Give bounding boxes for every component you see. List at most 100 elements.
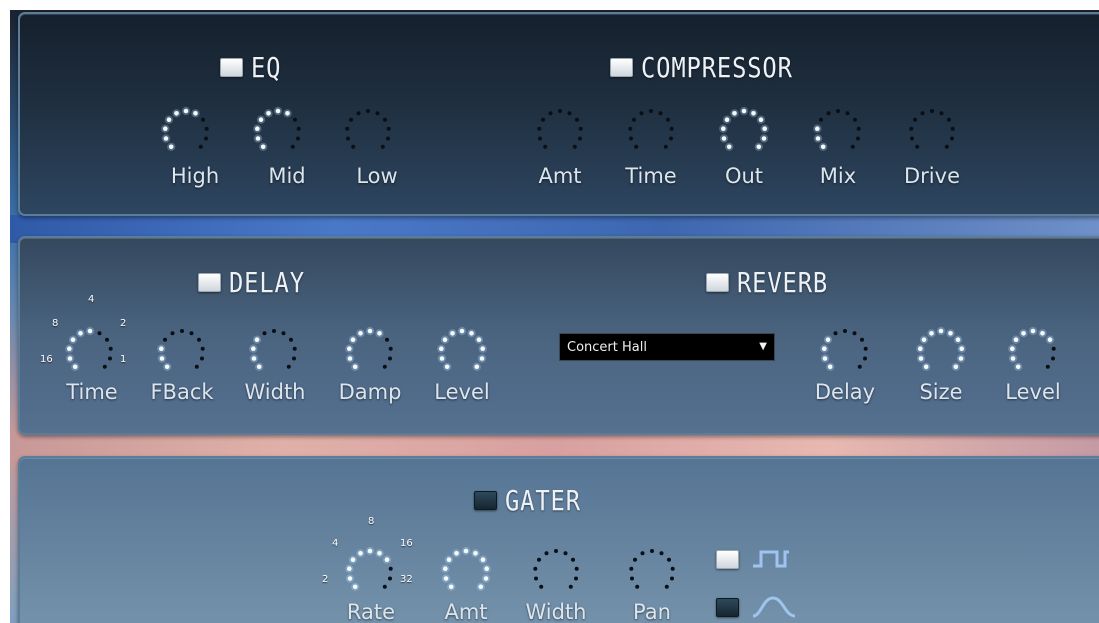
knob-led-lit <box>347 346 352 351</box>
knob-led-lit <box>87 328 93 334</box>
knob-led-unlit <box>915 144 920 149</box>
knob-led-unlit <box>170 331 175 336</box>
knob-led-lit <box>959 346 964 351</box>
knob-led-unlit <box>386 136 390 141</box>
reverb-enable-checkbox[interactable] <box>706 272 729 292</box>
compressor-time-knob[interactable] <box>623 102 679 158</box>
knob-led-lit <box>193 111 198 116</box>
gater-width-knob[interactable] <box>528 542 584 598</box>
knob-led-unlit <box>650 549 654 553</box>
compressor-out-knob[interactable] <box>716 102 772 158</box>
gater-amt-knob[interactable] <box>438 542 494 598</box>
knob-led-unlit <box>950 126 955 131</box>
reverb-size-knob[interactable] <box>913 322 969 378</box>
knob-led-unlit <box>574 576 578 581</box>
knob-led-unlit <box>640 551 645 556</box>
knob-led-lit <box>721 136 727 141</box>
knob-led-unlit <box>388 576 392 581</box>
knob-led-unlit <box>639 111 644 116</box>
knob-led-lit <box>347 356 353 361</box>
knob-led-lit <box>476 337 482 342</box>
eq-enable-checkbox[interactable] <box>220 57 243 77</box>
knob-led-lit <box>756 144 762 150</box>
knob-led-unlit <box>833 331 838 336</box>
reverb-preset-dropdown[interactable]: Concert Hall ▼ <box>559 333 775 361</box>
knob-led-lit <box>256 364 262 370</box>
compressor-enable-checkbox[interactable] <box>610 57 633 77</box>
knob-led-lit <box>473 551 478 556</box>
knob-led-lit <box>1010 346 1015 351</box>
knob-led-unlit <box>857 364 862 369</box>
knob-led-unlit <box>286 364 291 369</box>
knob-led-lit <box>255 126 260 131</box>
delay-damp-knob[interactable] <box>342 322 398 378</box>
compressor-mix-knob[interactable] <box>810 102 866 158</box>
knob-led-unlit <box>201 117 205 122</box>
knob-led-lit <box>955 337 961 342</box>
knob-led-lit <box>478 584 484 590</box>
knob-led-unlit <box>950 136 954 141</box>
gater-rate-tick: 16 <box>400 538 413 549</box>
eq-low-label: Low <box>356 164 398 188</box>
eq-high-knob[interactable] <box>158 102 214 158</box>
delay-fback-knob[interactable] <box>154 322 210 378</box>
knob-led-lit <box>827 364 833 370</box>
knob-led-lit <box>174 111 179 116</box>
compressor-amt-knob[interactable] <box>532 102 588 158</box>
knob-led-unlit <box>533 566 538 571</box>
knob-led-lit <box>1021 331 1026 336</box>
delay-time-knob[interactable] <box>62 322 118 378</box>
knob-led-unlit <box>345 126 350 131</box>
delay-width-knob[interactable] <box>246 322 302 378</box>
knob-led-unlit <box>628 126 633 131</box>
delay-header: DELAY <box>198 265 318 299</box>
gater-rate-knob[interactable] <box>342 542 398 598</box>
delay-time-tick: 2 <box>120 318 127 329</box>
knob-led-unlit <box>366 109 370 113</box>
knob-led-lit <box>78 331 83 336</box>
knob-led-unlit <box>534 576 538 581</box>
delay-level-knob[interactable] <box>434 322 490 378</box>
knob-led-unlit <box>567 111 572 116</box>
gater-rate-tick: 32 <box>400 574 413 585</box>
gater-enable-checkbox[interactable] <box>474 490 497 510</box>
knob-led-unlit <box>388 566 393 571</box>
knob-led-unlit <box>1051 356 1055 361</box>
knob-led-lit <box>377 551 382 556</box>
gater-rate-tick: 2 <box>322 574 329 585</box>
knob-led-lit <box>443 566 448 571</box>
knob-led-unlit <box>198 144 203 149</box>
knob-led-lit <box>822 356 828 361</box>
knob-led-unlit <box>843 329 847 333</box>
delay-time-tick: 8 <box>52 318 59 329</box>
knob-led-lit <box>163 126 168 131</box>
knob-led-unlit <box>541 117 545 122</box>
eq-mid-knob[interactable] <box>250 102 306 158</box>
knob-led-lit <box>352 364 358 370</box>
delay-enable-checkbox[interactable] <box>198 272 221 292</box>
knob-led-unlit <box>930 109 934 113</box>
eq-low-knob[interactable] <box>340 102 396 158</box>
gater-pan-knob[interactable] <box>624 542 680 598</box>
knob-led-unlit <box>670 566 675 571</box>
knob-led-unlit <box>290 144 295 149</box>
effects-rack: EQ COMPRESSOR High Mid Low Amt Time Out … <box>10 10 1099 623</box>
knob-led-lit <box>726 144 732 150</box>
knob-led-unlit <box>281 331 286 336</box>
gater-rate-tick: 4 <box>332 538 339 549</box>
sine-wave-checkbox[interactable] <box>716 598 739 617</box>
knob-led-lit <box>929 331 934 336</box>
knob-led-lit <box>255 136 261 141</box>
knob-led-lit <box>163 136 169 141</box>
reverb-delay-knob[interactable] <box>817 322 873 378</box>
sine-wave-icon <box>752 596 796 618</box>
knob-led-lit <box>251 346 256 351</box>
compressor-drive-knob[interactable] <box>904 102 960 158</box>
knob-led-lit <box>1013 337 1019 342</box>
knob-led-unlit <box>563 551 568 556</box>
reverb-level-knob[interactable] <box>1005 322 1061 378</box>
knob-led-lit <box>958 356 964 361</box>
knob-led-unlit <box>663 144 668 149</box>
knob-led-lit <box>459 328 465 334</box>
square-wave-checkbox[interactable] <box>716 550 739 569</box>
